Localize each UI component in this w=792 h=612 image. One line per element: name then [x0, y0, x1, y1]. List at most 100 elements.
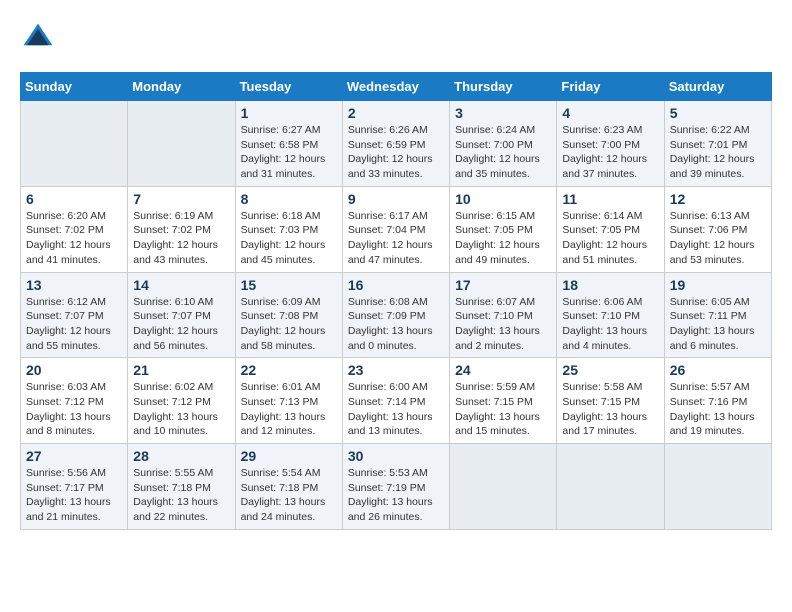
calendar-cell: 19 Sunrise: 6:05 AM Sunset: 7:11 PM Dayli… — [664, 272, 771, 358]
calendar-cell: 3Sunrise: 6:24 AM Sunset: 7:00 PM Daylig… — [450, 101, 557, 187]
day-number: 7 — [133, 191, 229, 207]
weekday-header-wednesday: Wednesday — [342, 73, 449, 101]
calendar-week-row: 6Sunrise: 6:20 AM Sunset: 7:02 PM Daylig… — [21, 186, 772, 272]
day-number: 15 — [241, 277, 337, 293]
calendar-cell: 1 Sunrise: 6:27 AM Sunset: 6:58 PM Daylig… — [235, 101, 342, 187]
page-header — [20, 20, 772, 56]
day-info: Sunrise: 6:18 AM Sunset: 7:03 PM Dayligh… — [241, 209, 337, 268]
day-number: 25 — [562, 362, 658, 378]
day-info: Sunrise: 5:55 AM Sunset: 7:18 PM Dayligh… — [133, 466, 229, 525]
calendar-header-row: SundayMondayTuesdayWednesdayThursdayFrid… — [21, 73, 772, 101]
weekday-header-saturday: Saturday — [664, 73, 771, 101]
logo — [20, 20, 62, 56]
day-info: Sunrise: 6:05 AM Sunset: 7:11 PM Dayligh… — [670, 295, 766, 354]
weekday-header-sunday: Sunday — [21, 73, 128, 101]
day-number: 30 — [348, 448, 444, 464]
day-number: 9 — [348, 191, 444, 207]
calendar-cell: 20 Sunrise: 6:03 AM Sunset: 7:12 PM Dayli… — [21, 358, 128, 444]
calendar-cell: 14 Sunrise: 6:10 AM Sunset: 7:07 PM Dayli… — [128, 272, 235, 358]
calendar-cell: 27 Sunrise: 5:56 AM Sunset: 7:17 PM Dayli… — [21, 444, 128, 530]
calendar-cell: 10 Sunrise: 6:15 AM Sunset: 7:05 PM Dayli… — [450, 186, 557, 272]
calendar-cell: 29 Sunrise: 5:54 AM Sunset: 7:18 PM Dayli… — [235, 444, 342, 530]
day-number: 27 — [26, 448, 122, 464]
calendar-cell: 12 Sunrise: 6:13 AM Sunset: 7:06 PM Dayli… — [664, 186, 771, 272]
day-info: Sunrise: 6:15 AM Sunset: 7:05 PM Dayligh… — [455, 209, 551, 268]
calendar-cell — [21, 101, 128, 187]
calendar-cell: 23Sunrise: 6:00 AM Sunset: 7:14 PM Dayli… — [342, 358, 449, 444]
day-number: 22 — [241, 362, 337, 378]
calendar-week-row: 1 Sunrise: 6:27 AM Sunset: 6:58 PM Daylig… — [21, 101, 772, 187]
day-number: 26 — [670, 362, 766, 378]
calendar-cell: 8 Sunrise: 6:18 AM Sunset: 7:03 PM Daylig… — [235, 186, 342, 272]
calendar-cell: 16 Sunrise: 6:08 AM Sunset: 7:09 PM Dayli… — [342, 272, 449, 358]
day-info: Sunrise: 6:26 AM Sunset: 6:59 PM Dayligh… — [348, 123, 444, 182]
day-number: 3 — [455, 105, 551, 121]
calendar-cell: 18Sunrise: 6:06 AM Sunset: 7:10 PM Dayli… — [557, 272, 664, 358]
day-number: 1 — [241, 105, 337, 121]
calendar-cell — [450, 444, 557, 530]
day-info: Sunrise: 6:10 AM Sunset: 7:07 PM Dayligh… — [133, 295, 229, 354]
calendar-cell: 9 Sunrise: 6:17 AM Sunset: 7:04 PM Daylig… — [342, 186, 449, 272]
day-info: Sunrise: 6:06 AM Sunset: 7:10 PM Dayligh… — [562, 295, 658, 354]
calendar-cell: 13 Sunrise: 6:12 AM Sunset: 7:07 PM Dayli… — [21, 272, 128, 358]
day-number: 2 — [348, 105, 444, 121]
day-number: 16 — [348, 277, 444, 293]
calendar-cell: 21 Sunrise: 6:02 AM Sunset: 7:12 PM Dayli… — [128, 358, 235, 444]
day-info: Sunrise: 6:23 AM Sunset: 7:00 PM Dayligh… — [562, 123, 658, 182]
day-number: 14 — [133, 277, 229, 293]
day-info: Sunrise: 6:00 AM Sunset: 7:14 PM Dayligh… — [348, 380, 444, 439]
calendar-table: SundayMondayTuesdayWednesdayThursdayFrid… — [20, 72, 772, 530]
calendar-week-row: 13 Sunrise: 6:12 AM Sunset: 7:07 PM Dayli… — [21, 272, 772, 358]
calendar-cell: 22 Sunrise: 6:01 AM Sunset: 7:13 PM Dayli… — [235, 358, 342, 444]
day-info: Sunrise: 6:02 AM Sunset: 7:12 PM Dayligh… — [133, 380, 229, 439]
day-info: Sunrise: 6:01 AM Sunset: 7:13 PM Dayligh… — [241, 380, 337, 439]
day-number: 21 — [133, 362, 229, 378]
calendar-cell: 4 Sunrise: 6:23 AM Sunset: 7:00 PM Daylig… — [557, 101, 664, 187]
day-info: Sunrise: 6:12 AM Sunset: 7:07 PM Dayligh… — [26, 295, 122, 354]
weekday-header-monday: Monday — [128, 73, 235, 101]
day-number: 11 — [562, 191, 658, 207]
day-info: Sunrise: 6:27 AM Sunset: 6:58 PM Dayligh… — [241, 123, 337, 182]
day-number: 20 — [26, 362, 122, 378]
calendar-cell: 30 Sunrise: 5:53 AM Sunset: 7:19 PM Dayli… — [342, 444, 449, 530]
day-info: Sunrise: 5:59 AM Sunset: 7:15 PM Dayligh… — [455, 380, 551, 439]
day-info: Sunrise: 6:07 AM Sunset: 7:10 PM Dayligh… — [455, 295, 551, 354]
day-info: Sunrise: 6:17 AM Sunset: 7:04 PM Dayligh… — [348, 209, 444, 268]
calendar-cell — [664, 444, 771, 530]
day-info: Sunrise: 6:14 AM Sunset: 7:05 PM Dayligh… — [562, 209, 658, 268]
day-number: 19 — [670, 277, 766, 293]
calendar-week-row: 20 Sunrise: 6:03 AM Sunset: 7:12 PM Dayli… — [21, 358, 772, 444]
calendar-cell: 24 Sunrise: 5:59 AM Sunset: 7:15 PM Dayli… — [450, 358, 557, 444]
calendar-cell: 2 Sunrise: 6:26 AM Sunset: 6:59 PM Daylig… — [342, 101, 449, 187]
day-number: 5 — [670, 105, 766, 121]
day-info: Sunrise: 5:57 AM Sunset: 7:16 PM Dayligh… — [670, 380, 766, 439]
day-info: Sunrise: 6:19 AM Sunset: 7:02 PM Dayligh… — [133, 209, 229, 268]
calendar-cell: 28 Sunrise: 5:55 AM Sunset: 7:18 PM Dayli… — [128, 444, 235, 530]
calendar-cell: 7 Sunrise: 6:19 AM Sunset: 7:02 PM Daylig… — [128, 186, 235, 272]
day-info: Sunrise: 5:54 AM Sunset: 7:18 PM Dayligh… — [241, 466, 337, 525]
day-number: 29 — [241, 448, 337, 464]
day-info: Sunrise: 5:56 AM Sunset: 7:17 PM Dayligh… — [26, 466, 122, 525]
day-info: Sunrise: 6:09 AM Sunset: 7:08 PM Dayligh… — [241, 295, 337, 354]
day-info: Sunrise: 6:03 AM Sunset: 7:12 PM Dayligh… — [26, 380, 122, 439]
day-number: 8 — [241, 191, 337, 207]
calendar-cell: 5 Sunrise: 6:22 AM Sunset: 7:01 PM Daylig… — [664, 101, 771, 187]
day-number: 4 — [562, 105, 658, 121]
day-number: 6 — [26, 191, 122, 207]
logo-icon — [20, 20, 56, 56]
day-info: Sunrise: 6:22 AM Sunset: 7:01 PM Dayligh… — [670, 123, 766, 182]
day-number: 10 — [455, 191, 551, 207]
day-info: Sunrise: 6:08 AM Sunset: 7:09 PM Dayligh… — [348, 295, 444, 354]
day-number: 24 — [455, 362, 551, 378]
weekday-header-thursday: Thursday — [450, 73, 557, 101]
day-info: Sunrise: 6:13 AM Sunset: 7:06 PM Dayligh… — [670, 209, 766, 268]
weekday-header-friday: Friday — [557, 73, 664, 101]
calendar-cell — [128, 101, 235, 187]
calendar-cell — [557, 444, 664, 530]
day-info: Sunrise: 5:53 AM Sunset: 7:19 PM Dayligh… — [348, 466, 444, 525]
day-number: 28 — [133, 448, 229, 464]
day-number: 13 — [26, 277, 122, 293]
calendar-cell: 25Sunrise: 5:58 AM Sunset: 7:15 PM Dayli… — [557, 358, 664, 444]
day-number: 12 — [670, 191, 766, 207]
calendar-cell: 6Sunrise: 6:20 AM Sunset: 7:02 PM Daylig… — [21, 186, 128, 272]
